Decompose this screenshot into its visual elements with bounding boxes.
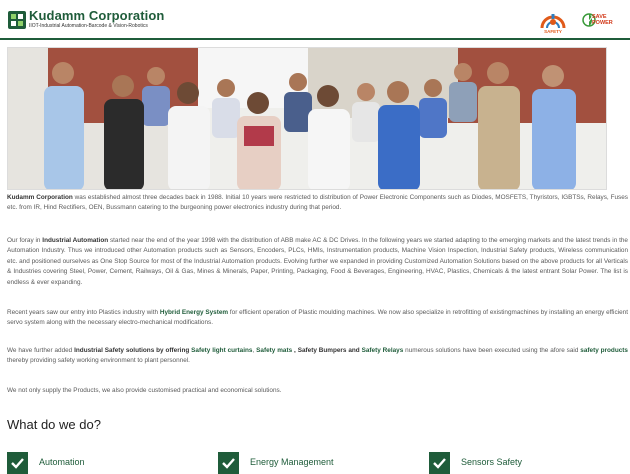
company-name-lead: Kudamm Corporation	[7, 194, 73, 201]
intro-paragraph-4-after: thereby providing safety working environ…	[7, 357, 190, 365]
site-header: Kudamm Corporation IIOT-Industrial Autom…	[0, 0, 630, 40]
safety-mats-link[interactable]: Safety mats	[256, 347, 292, 354]
industrial-automation-lead: Industrial Automation	[42, 237, 109, 244]
safety-light-curtains-link[interactable]: Safety light curtains	[191, 347, 252, 354]
company-logo-icon[interactable]	[8, 11, 26, 29]
save-power-line-2: POWER	[592, 20, 613, 26]
hybrid-energy-system-link[interactable]: Hybrid Energy System	[160, 309, 228, 316]
check-icon	[218, 452, 239, 474]
save-power-label: SAVE POWER	[592, 14, 613, 26]
intro-paragraph-5: We not only supply the Products, we also…	[7, 387, 282, 394]
intro-paragraph-3: Recent years saw our entry into Plastics…	[7, 308, 628, 329]
sep-2: , Safety Bumpers and	[292, 347, 362, 354]
intro-paragraph-4-before: We have further added	[7, 347, 75, 354]
safety-badge-label: SAFETY	[544, 29, 562, 34]
brand-name[interactable]: Kudamm Corporation	[29, 8, 164, 23]
intro-paragraph-4: We have further added Industrial Safety …	[7, 346, 628, 367]
check-icon	[429, 452, 450, 474]
service-label[interactable]: Energy Management	[250, 457, 334, 467]
team-photo-illustration	[8, 48, 606, 189]
intro-paragraph-1: Kudamm Corporation was established almos…	[7, 193, 628, 214]
intro-paragraph-3-before: Recent years saw our entry into Plastics…	[7, 309, 160, 316]
industrial-safety-lead: Industrial Safety solutions by offering	[74, 347, 192, 354]
team-photo	[7, 47, 607, 190]
intro-paragraph-2: Our foray in Industrial Automation start…	[7, 236, 628, 288]
intro-paragraph-2-text: started near the end of the year 1998 wi…	[7, 237, 628, 286]
intro-paragraph-4-mid: numerous solutions have been executed us…	[403, 347, 581, 354]
intro-paragraph-2-before: Our foray in	[7, 237, 43, 244]
service-label[interactable]: Automation	[39, 457, 85, 467]
brand-tagline: IIOT-Industrial Automation-Barcode & Vis…	[29, 23, 148, 29]
service-label[interactable]: Sensors Safety	[461, 457, 522, 467]
check-icon	[7, 452, 28, 474]
intro-paragraph-1-text: was established almost three decades bac…	[7, 194, 628, 212]
services-heading: What do we do?	[7, 417, 101, 432]
safety-relays-link[interactable]: Safety Relays	[362, 347, 404, 354]
safety-products-link[interactable]: safety products	[580, 347, 628, 354]
